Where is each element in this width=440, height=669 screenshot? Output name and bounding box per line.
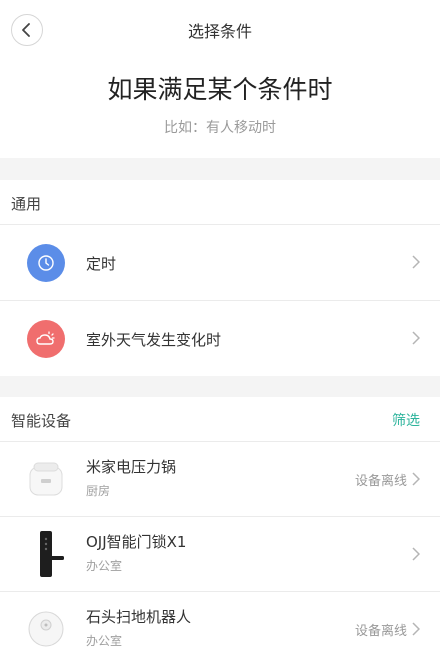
- chevron-right-icon: [412, 255, 420, 269]
- devices-section: 智能设备 筛选 米家电压力锅 厨房 设备离线 OJJ智能门锁X1 办公室 石头扫…: [0, 397, 440, 669]
- condition-label: 室外天气发生变化时: [86, 331, 222, 349]
- condition-item-timer[interactable]: 定时: [0, 224, 440, 300]
- weather-icon: [27, 320, 65, 358]
- device-item-pressure-cooker[interactable]: 米家电压力锅 厨房 设备离线: [0, 441, 440, 516]
- condition-item-weather[interactable]: 室外天气发生变化时: [0, 300, 440, 376]
- general-section: 通用 定时 室外天气发生变化时: [0, 180, 440, 376]
- devices-section-header: 智能设备 筛选: [0, 397, 440, 441]
- device-status: 设备离线: [354, 474, 407, 489]
- device-name: 石头扫地机器人: [86, 608, 192, 626]
- chevron-right-icon: [412, 547, 420, 561]
- pressure-cooker-icon: [24, 456, 68, 502]
- page-title: 如果满足某个条件时: [107, 75, 333, 104]
- device-room: 厨房: [86, 484, 111, 498]
- device-room: 办公室: [86, 559, 123, 573]
- robot-vacuum-icon: [24, 606, 68, 652]
- section-title: 智能设备: [11, 412, 72, 430]
- chevron-right-icon: [412, 331, 420, 345]
- device-name: OJJ智能门锁X1: [86, 533, 187, 551]
- chevron-right-icon: [412, 472, 420, 486]
- chevron-right-icon: [412, 622, 420, 636]
- device-item-robot-vacuum[interactable]: 石头扫地机器人 办公室 设备离线: [0, 591, 440, 666]
- section-title: 通用: [11, 195, 42, 213]
- filter-button[interactable]: 筛选: [392, 410, 420, 430]
- nav-title: 选择条件: [187, 22, 252, 41]
- door-lock-icon: [24, 531, 68, 577]
- device-name: 米家电压力锅: [86, 458, 177, 476]
- page-subtitle: 比如：有人移动时: [164, 120, 276, 136]
- general-section-header: 通用: [0, 180, 440, 224]
- header: 选择条件 如果满足某个条件时 比如：有人移动时: [0, 0, 440, 158]
- device-status: 设备离线: [354, 624, 407, 639]
- device-room: 办公室: [86, 634, 123, 648]
- clock-icon: [27, 244, 65, 282]
- device-item-door-lock[interactable]: OJJ智能门锁X1 办公室: [0, 516, 440, 591]
- condition-label: 定时: [86, 255, 117, 273]
